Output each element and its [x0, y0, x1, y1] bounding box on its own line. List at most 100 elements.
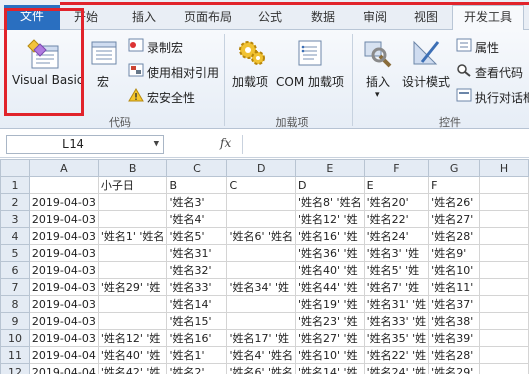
- column-header[interactable]: D: [226, 159, 297, 177]
- cell[interactable]: '姓名33' '姓: [363, 312, 430, 330]
- cell[interactable]: '姓名31': [166, 244, 228, 262]
- cell[interactable]: [479, 346, 529, 364]
- cell[interactable]: C: [226, 176, 297, 194]
- cell[interactable]: [479, 363, 529, 374]
- row-header[interactable]: 1: [0, 176, 30, 194]
- cell[interactable]: [479, 278, 529, 296]
- cell[interactable]: 小子日: [97, 176, 168, 194]
- cell[interactable]: '姓名42' '姓: [97, 363, 168, 374]
- cell[interactable]: '姓名33': [166, 278, 228, 296]
- cell[interactable]: '姓名24': [363, 227, 430, 245]
- cell[interactable]: '姓名3': [166, 193, 228, 211]
- cell[interactable]: '姓名29': [428, 363, 480, 374]
- cell[interactable]: '姓名27': [428, 210, 480, 228]
- cell[interactable]: [226, 244, 297, 262]
- cell[interactable]: '姓名10' '姓: [295, 346, 365, 364]
- column-header[interactable]: G: [428, 159, 480, 177]
- column-header[interactable]: C: [166, 159, 228, 177]
- cell[interactable]: 2019-04-03: [28, 329, 99, 347]
- formula-input[interactable]: [242, 135, 529, 154]
- cell[interactable]: 2019-04-04: [28, 346, 99, 364]
- name-box[interactable]: L14 ▼: [6, 135, 164, 154]
- cell[interactable]: '姓名1' '姓名: [97, 227, 168, 245]
- row-header[interactable]: 5: [0, 244, 30, 262]
- cell[interactable]: 2019-04-03: [28, 312, 99, 330]
- cell[interactable]: [479, 176, 529, 194]
- insert-controls-button[interactable]: 插入: [366, 73, 390, 90]
- column-header[interactable]: B: [97, 159, 168, 177]
- com-addins-button[interactable]: COM 加载项: [276, 73, 344, 90]
- cell[interactable]: '姓名3' '姓: [363, 244, 430, 262]
- row-header[interactable]: 9: [0, 312, 30, 330]
- row-header[interactable]: 2: [0, 193, 30, 211]
- design-mode-button[interactable]: 设计模式: [402, 73, 450, 90]
- cell[interactable]: 2019-04-03: [28, 278, 99, 296]
- cell[interactable]: 2019-04-04: [28, 363, 99, 374]
- cell[interactable]: '姓名14': [166, 295, 228, 313]
- column-header[interactable]: F: [363, 159, 430, 177]
- cell[interactable]: '姓名24' '姓: [363, 363, 430, 374]
- cell[interactable]: '姓名28': [428, 227, 480, 245]
- insert-function-icon[interactable]: fx: [220, 136, 231, 150]
- cell[interactable]: [97, 244, 168, 262]
- row-header[interactable]: 4: [0, 227, 30, 245]
- cell[interactable]: '姓名9': [428, 244, 480, 262]
- cell[interactable]: [97, 312, 168, 330]
- cell[interactable]: '姓名44' '姓: [295, 278, 365, 296]
- cell[interactable]: [226, 295, 297, 313]
- cell[interactable]: '姓名12' '姓: [295, 210, 365, 228]
- cell[interactable]: [479, 210, 529, 228]
- cell[interactable]: '姓名16': [166, 329, 228, 347]
- cell[interactable]: '姓名17' '姓: [226, 329, 297, 347]
- row-header[interactable]: 10: [0, 329, 30, 347]
- cell[interactable]: '姓名29' '姓: [97, 278, 168, 296]
- row-header[interactable]: 8: [0, 295, 30, 313]
- cell[interactable]: [97, 210, 168, 228]
- row-header[interactable]: 11: [0, 346, 30, 364]
- cell[interactable]: '姓名34' '姓: [226, 278, 297, 296]
- cell[interactable]: '姓名5': [166, 227, 228, 245]
- tab-insert[interactable]: 插入: [124, 6, 164, 30]
- cell[interactable]: '姓名5' '姓: [363, 261, 430, 279]
- row-header[interactable]: 7: [0, 278, 30, 296]
- cell[interactable]: '姓名19' '姓: [295, 295, 365, 313]
- cell[interactable]: '姓名6' '姓名: [226, 363, 297, 374]
- cell[interactable]: [479, 295, 529, 313]
- record-macro-button[interactable]: 录制宏: [147, 39, 183, 56]
- cell[interactable]: F: [428, 176, 480, 194]
- addins-button[interactable]: 加载项: [232, 73, 268, 90]
- cell[interactable]: 2019-04-03: [28, 210, 99, 228]
- cell[interactable]: E: [363, 176, 430, 194]
- cell[interactable]: '姓名4': [166, 210, 228, 228]
- tab-review[interactable]: 审阅: [355, 6, 395, 30]
- cell[interactable]: '姓名26': [428, 193, 480, 211]
- cell[interactable]: '姓名28': [428, 346, 480, 364]
- cell[interactable]: [226, 193, 297, 211]
- cell[interactable]: '姓名4' '姓名: [226, 346, 297, 364]
- cell[interactable]: 2019-04-03: [28, 227, 99, 245]
- cell[interactable]: '姓名27' '姓: [295, 329, 365, 347]
- column-header[interactable]: H: [479, 159, 529, 177]
- cell[interactable]: '姓名6' '姓名: [226, 227, 297, 245]
- tab-page-layout[interactable]: 页面布局: [176, 6, 240, 30]
- tab-formulas[interactable]: 公式: [250, 6, 290, 30]
- cell[interactable]: [97, 261, 168, 279]
- cell[interactable]: '姓名40' '姓: [97, 346, 168, 364]
- row-header[interactable]: 6: [0, 261, 30, 279]
- relative-refs-button[interactable]: 使用相对引用: [147, 64, 219, 81]
- cell[interactable]: '姓名32': [166, 261, 228, 279]
- row-header[interactable]: 12: [0, 363, 30, 374]
- cell[interactable]: [28, 176, 99, 194]
- cell[interactable]: '姓名39': [428, 329, 480, 347]
- macros-button[interactable]: 宏: [97, 73, 109, 90]
- cell[interactable]: '姓名20': [363, 193, 430, 211]
- cell[interactable]: [479, 261, 529, 279]
- chevron-down-icon[interactable]: ▾: [375, 90, 380, 100]
- row-header[interactable]: 3: [0, 210, 30, 228]
- cell[interactable]: [226, 210, 297, 228]
- cell[interactable]: [479, 244, 529, 262]
- tab-data[interactable]: 数据: [303, 6, 343, 30]
- cell[interactable]: '姓名22' '姓: [363, 346, 430, 364]
- cell[interactable]: '姓名8' '姓名: [295, 193, 365, 211]
- cell[interactable]: [479, 312, 529, 330]
